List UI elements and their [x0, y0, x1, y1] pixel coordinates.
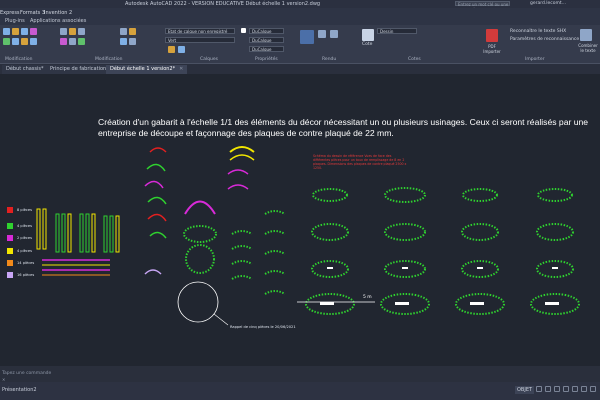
model-space-toggle[interactable]: OBJET — [515, 386, 535, 394]
panel-label-cotes: Cotes — [408, 57, 421, 62]
chamfer-tool-icon[interactable] — [129, 28, 136, 35]
panel-label-modification-2: Modification — [95, 57, 123, 62]
menu-item-express[interactable]: Express — [0, 10, 20, 16]
command-line[interactable]: Tapez une commande ✕ — [0, 366, 600, 382]
dimension-icon[interactable] — [362, 29, 374, 41]
stretch-tool-icon[interactable] — [60, 28, 67, 35]
explode-tool-icon[interactable] — [30, 38, 37, 45]
status-bar: Présentation2 OBJET — [0, 382, 600, 400]
recognize-settings-button[interactable]: Paramètres de reconnaissance — [510, 37, 579, 42]
user-account[interactable]: gerard.lecomt... — [530, 1, 566, 6]
ribbon: Etat de calque non enregistré Vert DuCal… — [0, 25, 600, 64]
lineweight-select[interactable]: DuCalque — [249, 46, 284, 52]
menu-icon[interactable] — [590, 386, 596, 392]
cloud-pieces — [305, 187, 580, 315]
osnap-icon[interactable] — [572, 386, 578, 392]
menu-item-invention[interactable]: Invention 2 — [44, 10, 72, 16]
cad-geometry — [36, 146, 580, 326]
scale-tool-icon[interactable] — [69, 28, 76, 35]
materials-icon[interactable] — [330, 30, 338, 38]
text-style-select[interactable]: Dessin — [377, 28, 417, 34]
layer-state-select[interactable]: Etat de calque non enregistré — [165, 28, 235, 34]
break-tool-icon[interactable] — [78, 38, 85, 45]
panel-label-importer: Importer — [525, 57, 545, 62]
grid-icon[interactable] — [536, 386, 542, 392]
join-tool-icon[interactable] — [69, 38, 76, 45]
cote-label: Cote — [362, 42, 373, 47]
fillet-tool-icon[interactable] — [21, 38, 28, 45]
pdf-import-icon[interactable] — [486, 29, 498, 42]
panel-label-modification-1: Modification — [5, 57, 33, 62]
erase-tool-icon[interactable] — [120, 28, 127, 35]
detail-label: Rappel de cinq pièces le 20/06/2021 — [230, 325, 296, 329]
layer-properties-icon[interactable] — [168, 46, 175, 53]
combine-text-icon[interactable] — [580, 29, 592, 41]
line-tool-icon[interactable] — [3, 28, 10, 35]
window-title: Autodesk AutoCAD 2022 - VERSION EDUCATIV… — [125, 1, 321, 7]
panel-label-proprietes: Propriétés — [255, 57, 278, 62]
render-icon[interactable] — [300, 30, 314, 44]
linetype-select[interactable]: DuCalque — [249, 37, 284, 43]
command-input[interactable]: Tapez une commande — [2, 371, 51, 376]
copy-tool-icon[interactable] — [3, 38, 10, 45]
scale-label: 5 m — [363, 295, 372, 300]
offset-tool-icon[interactable] — [60, 38, 67, 45]
panel-label-calques: Calques — [200, 57, 218, 62]
dotted-pieces — [183, 210, 286, 295]
move-tool-icon[interactable] — [12, 28, 19, 35]
snap-icon[interactable] — [545, 386, 551, 392]
color-swatch-icon[interactable] — [241, 28, 246, 33]
pdf-import-label: PDF Importer — [483, 44, 501, 54]
document-tabs: Début chassis*✕ Principe de fabrication*… — [0, 64, 600, 74]
menu-item-formats[interactable]: Formats 3 — [20, 10, 45, 16]
trim-tool-icon[interactable] — [30, 28, 37, 35]
ortho-icon[interactable] — [554, 386, 560, 392]
array-tool-icon[interactable] — [78, 28, 85, 35]
ribbon-tabs: Plug-ins Applications associées — [0, 17, 600, 25]
color-select[interactable]: DuCalque — [249, 28, 284, 34]
edit-polyline-icon[interactable] — [129, 38, 136, 45]
cloud-markers — [320, 267, 559, 305]
workspace-icon[interactable] — [581, 386, 587, 392]
detail-circle — [177, 281, 219, 323]
tab-applications[interactable]: Applications associées — [30, 18, 86, 24]
layout-tab[interactable]: Présentation2 — [2, 387, 37, 393]
title-bar: Autodesk AutoCAD 2022 - VERSION EDUCATIV… — [0, 0, 600, 12]
decor-curves — [144, 146, 255, 275]
menu-bar: Express Formats 3 Invention 2 — [0, 8, 600, 17]
polar-icon[interactable] — [563, 386, 569, 392]
vertical-bars — [36, 208, 120, 253]
recognize-shx-button[interactable]: Reconnaître le texte SHX — [510, 29, 566, 34]
mirror-tool-icon[interactable] — [12, 38, 19, 45]
combine-text-label: Combiner le texte — [578, 43, 598, 53]
layer-match-icon[interactable] — [178, 46, 185, 53]
align-tool-icon[interactable] — [120, 38, 127, 45]
lights-icon[interactable] — [318, 30, 326, 38]
rotate-tool-icon[interactable] — [21, 28, 28, 35]
panel-label-rendu: Rendu — [322, 57, 337, 62]
close-icon[interactable]: ✕ — [179, 66, 183, 72]
horizontal-bars — [42, 259, 110, 276]
doc-tab-echelle[interactable]: Début échelle 1 version2* ✕ — [106, 65, 188, 74]
search-input[interactable]: Entrez un mot clé ou une expression — [455, 1, 510, 12]
detail-leader — [213, 313, 229, 326]
tab-plugins[interactable]: Plug-ins — [5, 18, 25, 24]
layer-select[interactable]: Vert — [165, 37, 235, 43]
drawing-canvas[interactable]: Création d'un gabarit à l'échelle 1/1 de… — [0, 74, 600, 366]
